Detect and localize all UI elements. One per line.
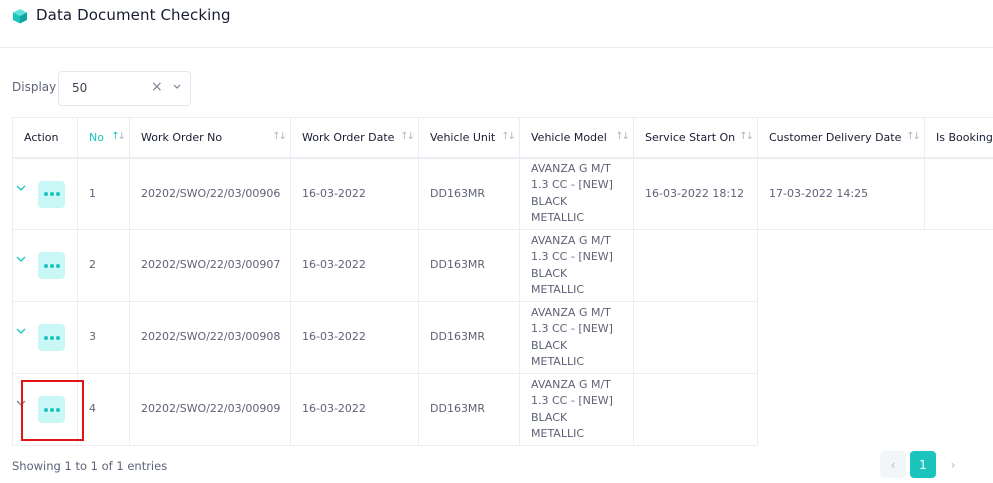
- table-row: 2 20202/SWO/22/03/00907 16-03-2022 DD163…: [12, 229, 993, 302]
- column-header-label: Work Order No: [141, 130, 223, 144]
- cell-service-start-on: [633, 301, 758, 374]
- dot: [43, 263, 48, 268]
- column-header-vehicle-unit[interactable]: Vehicle Unit ↑↓: [418, 117, 520, 159]
- cell-service-start-on: 16-03-2022 18:12: [633, 157, 758, 230]
- column-header-label: Customer Delivery Date: [769, 130, 902, 144]
- cell-service-start-on: [633, 229, 758, 302]
- empty-cell: [925, 302, 993, 374]
- display-select[interactable]: 50 ×: [58, 71, 191, 106]
- expand-chevron-icon[interactable]: [16, 326, 26, 336]
- column-header-label: Is Booking: [936, 130, 993, 144]
- cell-vehicle-model: AVANZA G M/T 1.3 CC - [NEW] BLACK METALL…: [519, 301, 634, 374]
- cell-work-order-date: 16-03-2022: [290, 229, 419, 302]
- action-cell: [12, 301, 78, 374]
- column-header-label: No: [89, 130, 104, 144]
- action-cell: [12, 157, 78, 230]
- column-header-label: Service Start On: [645, 130, 736, 144]
- dot: [49, 192, 54, 196]
- page-1-button[interactable]: 1: [910, 451, 936, 478]
- cell-work-order-date: 16-03-2022: [290, 301, 419, 374]
- column-header-label: Vehicle Model: [531, 130, 607, 144]
- display-select-value: 50: [72, 81, 88, 95]
- column-header-is-booking[interactable]: Is Booking: [924, 117, 993, 159]
- expand-chevron-icon[interactable]: [16, 183, 26, 193]
- cell-vehicle-unit: DD163MR: [418, 301, 520, 374]
- column-header-work-order-no[interactable]: Work Order No ↑↓: [129, 117, 291, 159]
- row-actions-button[interactable]: [38, 180, 65, 208]
- cell-service-start-on: [633, 373, 758, 446]
- prev-page-button[interactable]: ‹: [880, 451, 906, 478]
- page-title: Data Document Checking: [36, 6, 231, 24]
- display-label: Display: [12, 80, 57, 94]
- column-header-label: Work Order Date: [302, 130, 395, 144]
- pagination: ‹ 1 ›: [880, 451, 966, 479]
- column-header-work-order-date[interactable]: Work Order Date ↑↓: [290, 117, 419, 159]
- cell-customer-delivery-date: 17-03-2022 14:25: [757, 157, 925, 230]
- empty-cell: [758, 230, 925, 302]
- next-page-button[interactable]: ›: [940, 451, 966, 478]
- dot: [55, 192, 60, 196]
- cell-no: 1: [77, 157, 130, 230]
- column-header-service-start-on[interactable]: Service Start On ↑↓: [633, 117, 758, 159]
- cell-work-order-no: 20202/SWO/22/03/00906: [129, 157, 291, 230]
- empty-cell: [925, 230, 993, 302]
- action-cell: [12, 229, 78, 302]
- cell-work-order-no: 20202/SWO/22/03/00909: [129, 373, 291, 446]
- column-header-customer-delivery-date[interactable]: Customer Delivery Date ↑↓: [757, 117, 925, 159]
- sort-asc-icon[interactable]: ↑↓: [111, 131, 126, 142]
- cell-work-order-date: 16-03-2022: [290, 373, 419, 446]
- clear-icon[interactable]: ×: [151, 79, 163, 95]
- dot: [55, 263, 60, 268]
- sort-icon[interactable]: ↑↓: [400, 131, 415, 142]
- cell-vehicle-model: AVANZA G M/T 1.3 CC - [NEW] BLACK METALL…: [519, 373, 634, 446]
- dot: [43, 335, 48, 340]
- cell-vehicle-unit: DD163MR: [418, 157, 520, 230]
- chevron-down-icon[interactable]: [172, 80, 182, 94]
- column-header-action: Action: [12, 117, 78, 159]
- cell-no: 2: [77, 229, 130, 302]
- row-actions-button[interactable]: [38, 324, 65, 351]
- dot: [55, 335, 60, 340]
- highlight-box: [21, 380, 84, 441]
- column-header-vehicle-model[interactable]: Vehicle Model ↑↓: [519, 117, 634, 159]
- column-header-label: Vehicle Unit: [430, 130, 496, 144]
- cell-vehicle-unit: DD163MR: [418, 373, 520, 446]
- empty-cell: [758, 374, 925, 446]
- expand-chevron-icon[interactable]: [16, 254, 26, 264]
- sort-icon[interactable]: ↑↓: [739, 131, 754, 142]
- page-header: Data Document Checking: [0, 0, 993, 48]
- entries-info: Showing 1 to 1 of 1 entries: [12, 459, 168, 473]
- dot: [49, 263, 54, 268]
- cell-work-order-no: 20202/SWO/22/03/00908: [129, 301, 291, 374]
- cell-no: 4: [77, 373, 130, 446]
- cell-work-order-date: 16-03-2022: [290, 157, 419, 230]
- data-table: Action No ↑↓ Work Order No ↑↓ Work Order D…: [12, 117, 993, 446]
- empty-cell: [758, 302, 925, 374]
- table-header-row: Action No ↑↓ Work Order No ↑↓ Work Order D…: [12, 117, 993, 159]
- cell-is-booking: [924, 157, 993, 230]
- column-header-label: Action: [24, 130, 59, 144]
- dot: [43, 192, 48, 196]
- dot: [49, 335, 54, 340]
- sort-icon[interactable]: ↑↓: [906, 131, 921, 142]
- sort-icon[interactable]: ↑↓: [615, 131, 630, 142]
- table-row: 3 20202/SWO/22/03/00908 16-03-2022 DD163…: [12, 301, 993, 374]
- cell-no: 3: [77, 301, 130, 374]
- column-header-no[interactable]: No ↑↓: [77, 117, 130, 159]
- sort-icon[interactable]: ↑↓: [501, 131, 516, 142]
- empty-cell: [925, 374, 993, 446]
- cell-vehicle-model: AVANZA G M/T 1.3 CC - [NEW] BLACK METALL…: [519, 229, 634, 302]
- sort-icon[interactable]: ↑↓: [272, 131, 287, 142]
- cube-icon: [13, 9, 27, 24]
- cell-vehicle-unit: DD163MR: [418, 229, 520, 302]
- cell-vehicle-model: AVANZA G M/T 1.3 CC - [NEW] BLACK METALL…: [519, 157, 634, 230]
- row-actions-button[interactable]: [38, 252, 65, 279]
- cell-work-order-no: 20202/SWO/22/03/00907: [129, 229, 291, 302]
- table-row: 4 20202/SWO/22/03/00909 16-03-2022 DD163…: [12, 373, 993, 446]
- table-row: 1 20202/SWO/22/03/00906 16-03-2022 DD163…: [12, 157, 993, 230]
